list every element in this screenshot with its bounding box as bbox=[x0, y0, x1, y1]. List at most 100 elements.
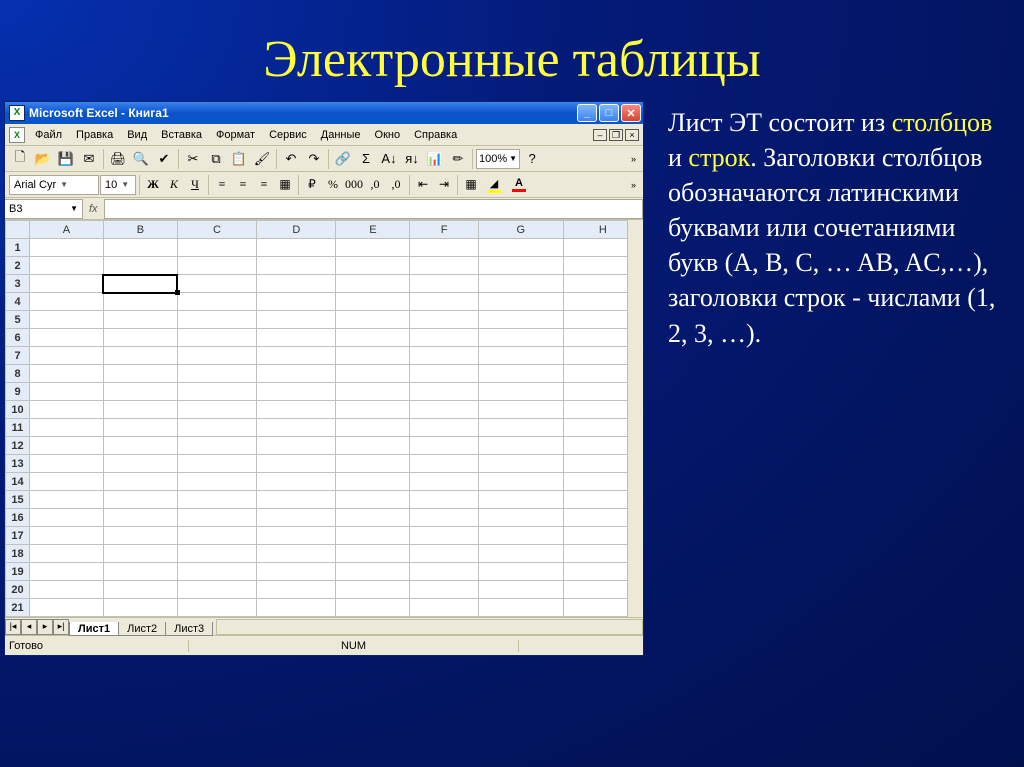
cell[interactable] bbox=[177, 311, 256, 329]
cell[interactable] bbox=[478, 473, 563, 491]
cell[interactable] bbox=[103, 383, 177, 401]
cell[interactable] bbox=[410, 563, 479, 581]
mdi-minimize-button[interactable]: – bbox=[593, 129, 607, 141]
cell[interactable] bbox=[103, 293, 177, 311]
cell[interactable] bbox=[257, 401, 336, 419]
cell[interactable] bbox=[410, 257, 479, 275]
cell[interactable] bbox=[336, 329, 410, 347]
cell[interactable] bbox=[478, 401, 563, 419]
cell[interactable] bbox=[103, 581, 177, 599]
cell[interactable] bbox=[30, 581, 104, 599]
cell[interactable] bbox=[336, 599, 410, 617]
drawing-button[interactable]: ✏ bbox=[447, 148, 469, 170]
cell[interactable] bbox=[478, 257, 563, 275]
align-center-button[interactable]: ≡ bbox=[233, 175, 253, 195]
cell[interactable] bbox=[103, 545, 177, 563]
cell[interactable] bbox=[30, 419, 104, 437]
cell[interactable] bbox=[30, 545, 104, 563]
cell[interactable] bbox=[336, 275, 410, 293]
row-header[interactable]: 2 bbox=[6, 257, 30, 275]
toolbar-overflow-icon[interactable]: » bbox=[628, 154, 639, 164]
cell[interactable] bbox=[177, 239, 256, 257]
cell[interactable] bbox=[257, 257, 336, 275]
redo-button[interactable]: ↷ bbox=[303, 148, 325, 170]
sheet-tab[interactable]: Лист1 bbox=[69, 622, 119, 636]
cell[interactable] bbox=[336, 581, 410, 599]
cell[interactable] bbox=[336, 563, 410, 581]
save-button[interactable]: 💾 bbox=[55, 148, 77, 170]
sheet-tab[interactable]: Лист2 bbox=[118, 622, 166, 636]
cell[interactable] bbox=[30, 509, 104, 527]
currency-button[interactable]: ₽ bbox=[302, 175, 322, 195]
new-button[interactable]: 🗋 bbox=[9, 148, 31, 170]
cell[interactable] bbox=[103, 455, 177, 473]
cell[interactable] bbox=[177, 563, 256, 581]
cell[interactable] bbox=[177, 347, 256, 365]
row-header[interactable]: 16 bbox=[6, 509, 30, 527]
maximize-button[interactable]: □ bbox=[599, 104, 619, 122]
cell[interactable] bbox=[257, 239, 336, 257]
cell[interactable] bbox=[177, 257, 256, 275]
cell[interactable] bbox=[336, 347, 410, 365]
cell[interactable] bbox=[30, 473, 104, 491]
fill-color-button[interactable]: ◢ bbox=[482, 175, 506, 195]
cell[interactable] bbox=[103, 329, 177, 347]
cell[interactable] bbox=[103, 563, 177, 581]
cell[interactable] bbox=[410, 329, 479, 347]
cell[interactable] bbox=[336, 311, 410, 329]
decrease-indent-button[interactable]: ⇤ bbox=[413, 175, 433, 195]
close-button[interactable]: ✕ bbox=[621, 104, 641, 122]
vertical-scrollbar[interactable] bbox=[627, 220, 643, 617]
cell[interactable] bbox=[177, 527, 256, 545]
cell[interactable] bbox=[478, 365, 563, 383]
cell[interactable] bbox=[336, 383, 410, 401]
column-header[interactable]: D bbox=[257, 221, 336, 239]
tab-nav-next-button[interactable]: ▸ bbox=[37, 619, 53, 635]
row-header[interactable]: 5 bbox=[6, 311, 30, 329]
cell[interactable] bbox=[478, 527, 563, 545]
cell[interactable] bbox=[478, 599, 563, 617]
cell[interactable] bbox=[257, 383, 336, 401]
cell[interactable] bbox=[410, 239, 479, 257]
cell[interactable] bbox=[103, 275, 177, 293]
cell[interactable] bbox=[257, 563, 336, 581]
column-header[interactable]: A bbox=[30, 221, 104, 239]
cell[interactable] bbox=[257, 599, 336, 617]
cell[interactable] bbox=[30, 383, 104, 401]
sort-desc-button[interactable]: я↓ bbox=[401, 148, 423, 170]
cell[interactable] bbox=[257, 473, 336, 491]
menu-format[interactable]: Формат bbox=[210, 127, 261, 143]
undo-button[interactable]: ↶ bbox=[280, 148, 302, 170]
row-header[interactable]: 1 bbox=[6, 239, 30, 257]
cell[interactable] bbox=[177, 545, 256, 563]
comma-button[interactable]: 000 bbox=[344, 175, 364, 195]
cell[interactable] bbox=[103, 257, 177, 275]
cell[interactable] bbox=[410, 275, 479, 293]
cell[interactable] bbox=[30, 401, 104, 419]
row-header[interactable]: 20 bbox=[6, 581, 30, 599]
cell[interactable] bbox=[410, 311, 479, 329]
merge-center-button[interactable]: ▦ bbox=[275, 175, 295, 195]
row-header[interactable]: 11 bbox=[6, 419, 30, 437]
percent-button[interactable]: % bbox=[323, 175, 343, 195]
menu-data[interactable]: Данные bbox=[315, 127, 367, 143]
menu-edit[interactable]: Правка bbox=[70, 127, 119, 143]
cell[interactable] bbox=[410, 419, 479, 437]
menu-window[interactable]: Окно bbox=[369, 127, 407, 143]
row-header[interactable]: 6 bbox=[6, 329, 30, 347]
autosum-button[interactable]: Σ bbox=[355, 148, 377, 170]
fx-icon[interactable]: fx bbox=[83, 203, 104, 215]
cell[interactable] bbox=[257, 581, 336, 599]
hyperlink-button[interactable]: 🔗 bbox=[332, 148, 354, 170]
cell[interactable] bbox=[336, 365, 410, 383]
cell[interactable] bbox=[257, 275, 336, 293]
select-all-button[interactable] bbox=[6, 221, 30, 239]
cell[interactable] bbox=[410, 527, 479, 545]
cell[interactable] bbox=[30, 437, 104, 455]
font-color-button[interactable]: A bbox=[507, 175, 531, 195]
cell[interactable] bbox=[177, 599, 256, 617]
cell[interactable] bbox=[257, 419, 336, 437]
row-header[interactable]: 8 bbox=[6, 365, 30, 383]
cell[interactable] bbox=[257, 491, 336, 509]
cell[interactable] bbox=[336, 491, 410, 509]
